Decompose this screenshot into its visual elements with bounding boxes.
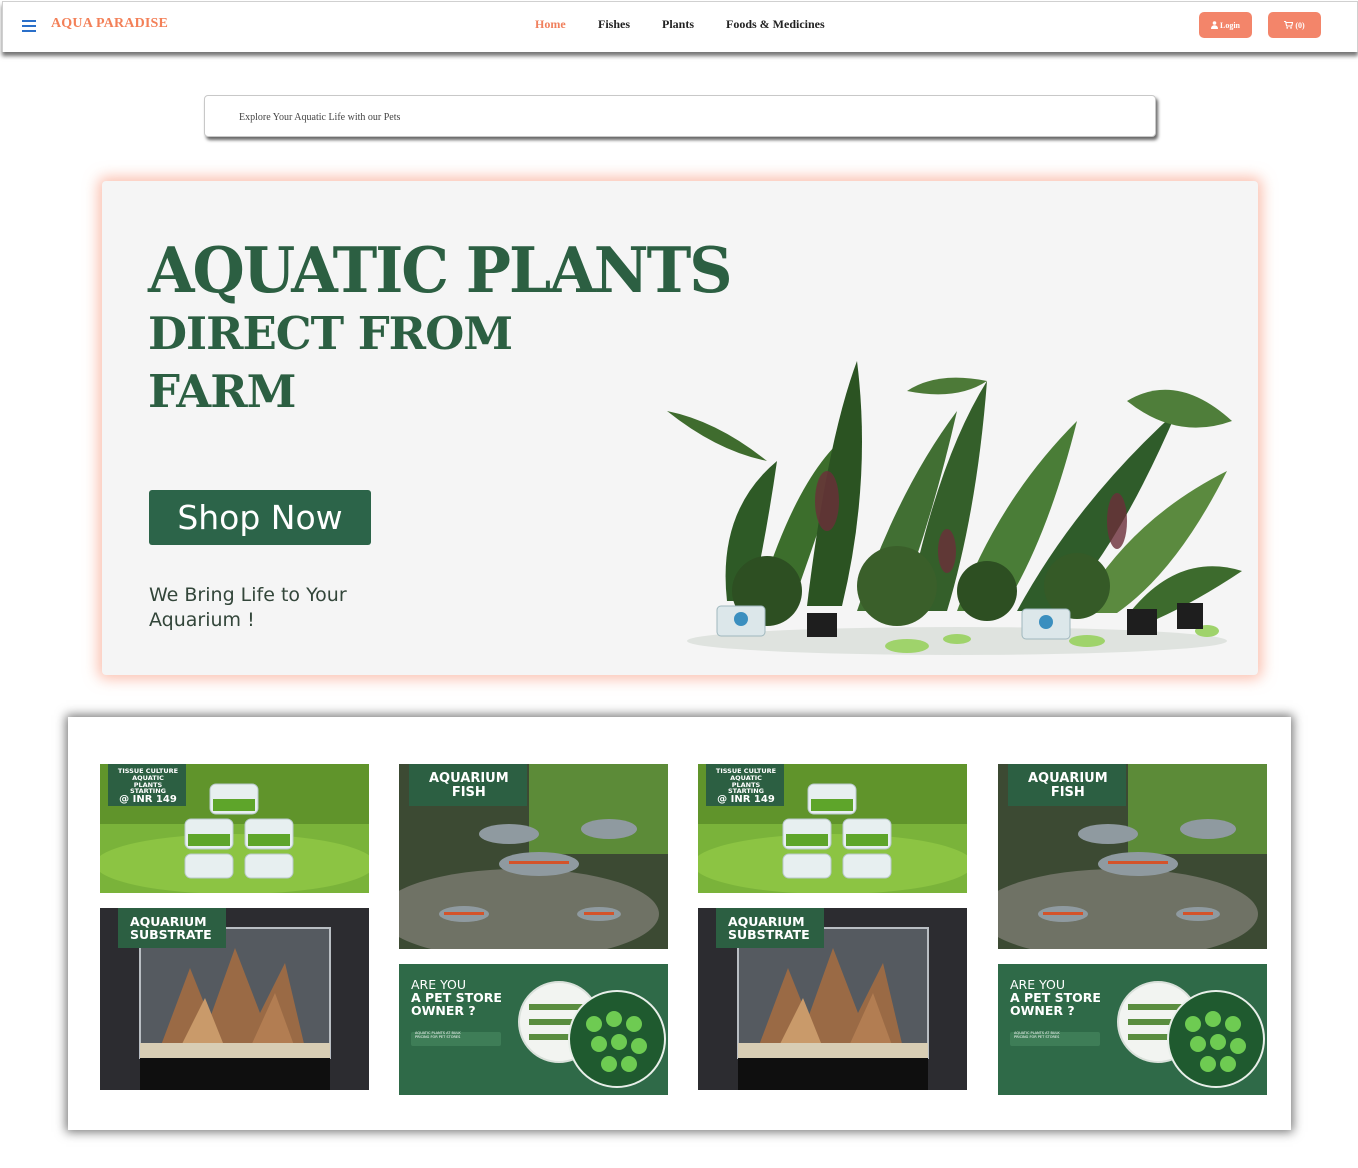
substrate-line-2: SUBSTRATE: [728, 927, 810, 943]
fish-line-2: FISH: [451, 784, 486, 800]
nav-link-foods-medicines[interactable]: Foods & Medicines: [726, 17, 825, 32]
tissue-price: @ INR 149: [119, 794, 177, 806]
fish-line-2: FISH: [1050, 784, 1085, 800]
fish-line-1: AQUARIUM: [429, 771, 509, 786]
promo-gallery: TISSUE CULTURE AQUATIC PLANTS STARTING @…: [68, 717, 1291, 1130]
brand-logo[interactable]: AQUA PARADISE: [51, 16, 168, 32]
navbar: AQUA PARADISE Home Fishes Plants Foods &…: [2, 1, 1358, 52]
tissue-culture-promo-card[interactable]: TISSUE CULTURE AQUATIC PLANTS STARTING @…: [100, 764, 369, 893]
nav-link-home[interactable]: Home: [535, 17, 566, 32]
search-bar: [204, 95, 1156, 137]
owner-line-3: OWNER ?: [1010, 1003, 1075, 1019]
cart-count: (0): [1295, 20, 1305, 30]
owner-small-2: PRICING FOR PET STORES: [1014, 1034, 1060, 1039]
substrate-line-2: SUBSTRATE: [130, 927, 212, 943]
hero-tagline: We Bring Life to Your Aquarium !: [149, 584, 347, 631]
aquarium-substrate-promo-card-2[interactable]: AQUARIUM SUBSTRATE: [698, 908, 967, 1090]
user-icon: [1210, 21, 1218, 29]
hero-title: AQUATIC PLANTS DIRECT FROM FARM: [148, 233, 733, 421]
tissue-culture-promo-card-2[interactable]: TISSUE CULTURE AQUATIC PLANTS STARTING @…: [698, 764, 967, 893]
nav-link-plants[interactable]: Plants: [662, 17, 694, 32]
aquarium-substrate-promo-card[interactable]: AQUARIUM SUBSTRATE: [100, 908, 369, 1090]
hero-title-line-2: DIRECT FROM: [148, 307, 513, 360]
pet-store-owner-promo-card[interactable]: ARE YOU A PET STORE OWNER ? AQUATIC PLAN…: [399, 964, 668, 1095]
hero-title-line-1: AQUATIC PLANTS: [148, 234, 733, 308]
tissue-price: @ INR 149: [717, 794, 775, 806]
owner-line-3: OWNER ?: [411, 1003, 476, 1019]
search-input[interactable]: [237, 106, 1121, 128]
tissue-line-2: AQUATIC PLANTS: [730, 773, 762, 789]
cart-button[interactable]: (0): [1268, 12, 1321, 38]
login-button[interactable]: Login: [1199, 12, 1252, 38]
hamburger-menu-icon[interactable]: [22, 20, 36, 32]
hero-banner: AQUATIC PLANTS DIRECT FROM FARM Shop Now…: [102, 181, 1258, 675]
aquarium-fish-promo-card[interactable]: AQUARIUM FISH: [399, 764, 668, 949]
pet-store-owner-promo-card-2[interactable]: ARE YOU A PET STORE OWNER ? AQUATIC PLAN…: [998, 964, 1267, 1095]
aquatic-plants-illustration: [667, 361, 1242, 655]
shop-now-button[interactable]: Shop Now: [149, 490, 371, 545]
aquarium-fish-promo-card-2[interactable]: AQUARIUM FISH: [998, 764, 1267, 949]
hero-title-line-3: FARM: [148, 365, 296, 418]
tissue-line-2: AQUATIC PLANTS: [132, 773, 164, 789]
nav-link-fishes[interactable]: Fishes: [598, 17, 630, 32]
fish-line-1: AQUARIUM: [1028, 771, 1108, 786]
login-label: Login: [1219, 20, 1240, 30]
cart-icon: [1284, 21, 1294, 29]
owner-small-2: PRICING FOR PET STORES: [415, 1034, 461, 1039]
